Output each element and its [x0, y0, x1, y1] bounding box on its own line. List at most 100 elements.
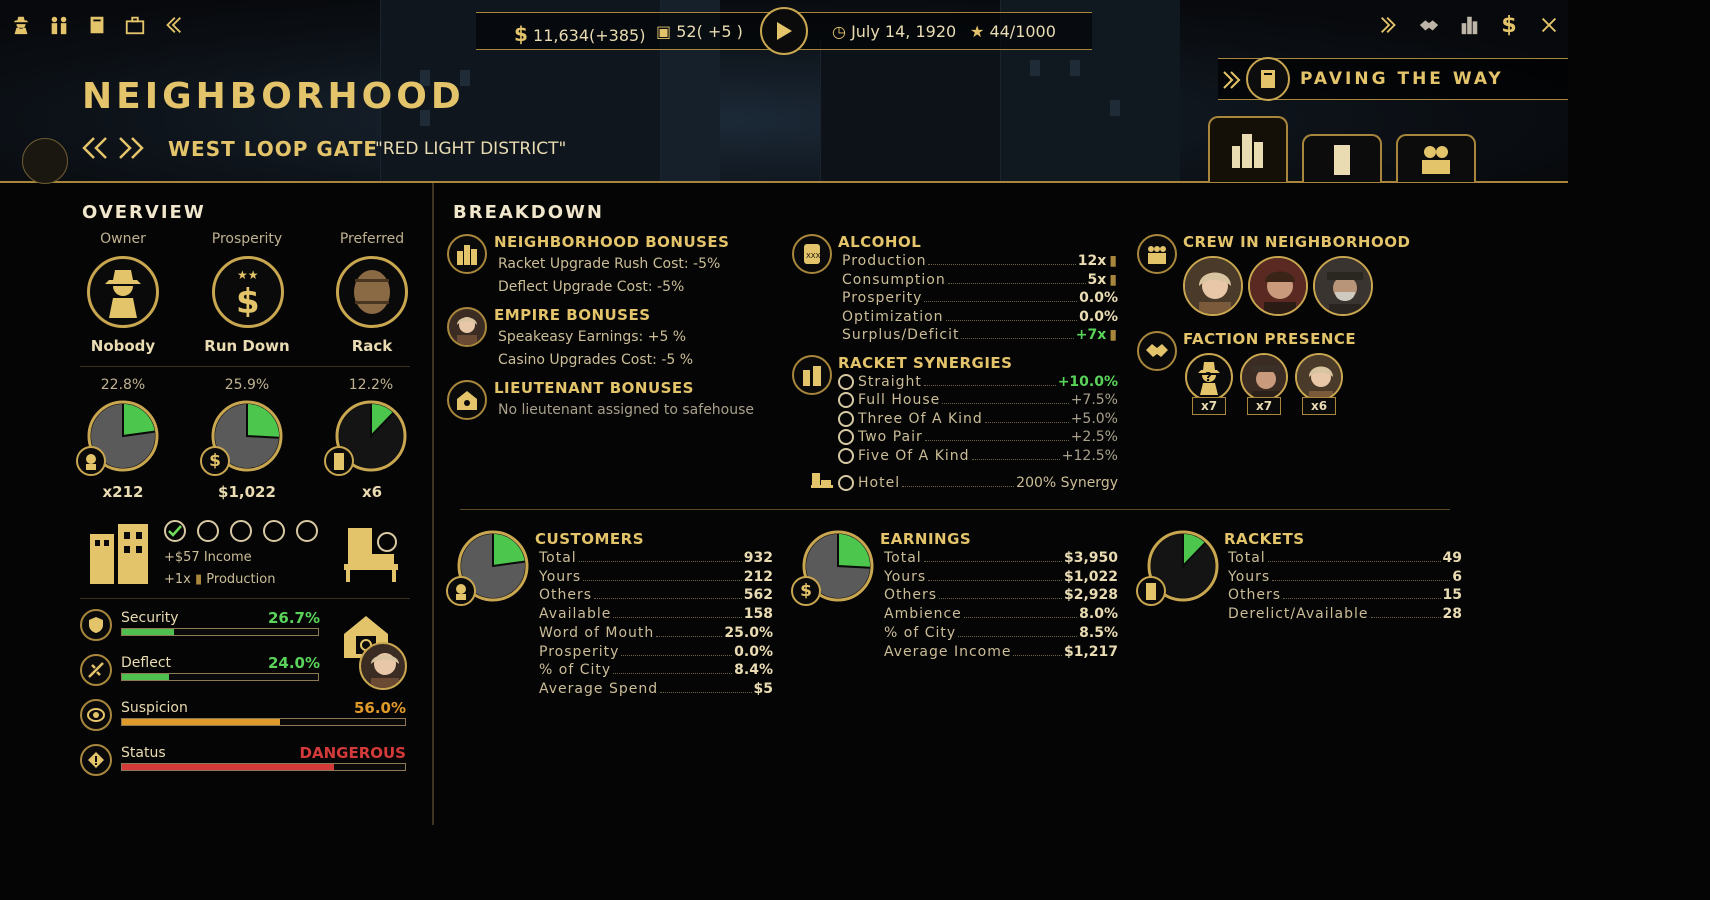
suspicion-eye-icon: [80, 699, 112, 731]
stat-row-value: 8.5%: [1079, 624, 1118, 641]
synergy-row: Full House +7.5%: [838, 392, 1118, 408]
tab-neighborhood[interactable]: [1208, 116, 1288, 182]
pie-yours-slice: [247, 404, 279, 438]
finance-icon[interactable]: $: [1498, 13, 1520, 38]
synergy-label: Five Of A Kind: [858, 448, 970, 464]
stat-row: Yours 212: [539, 569, 773, 585]
racket-synergies-title: RACKET SYNERGIES: [838, 354, 1013, 372]
suspicion-bar: [121, 718, 406, 726]
synergy-row: Two Pair +2.5%: [838, 429, 1118, 445]
building-icon: [1334, 145, 1350, 175]
alcohol-row: Consumption 5x ▮: [842, 272, 1118, 288]
stat-row: % of City 8.5%: [884, 625, 1118, 641]
alcohol-row-label: Surplus/Deficit: [842, 327, 960, 343]
faction-boss-portrait[interactable]: [1295, 353, 1343, 401]
collapse-left-icon[interactable]: [162, 14, 184, 36]
crew-icon[interactable]: [48, 14, 70, 36]
alcohol-row: Prosperity 0.0%: [842, 290, 1118, 306]
neighborhood-bonuses-title: NEIGHBORHOOD BONUSES: [494, 233, 730, 251]
objective-banner[interactable]: PAVING THE WAY: [1218, 57, 1568, 101]
stat-row: Yours $1,022: [884, 569, 1118, 585]
owner-label: Owner: [100, 231, 146, 247]
upgrade-production-amount: +1x: [164, 572, 191, 587]
empire-bonus-line: Casino Upgrades Cost: -5 %: [498, 352, 694, 368]
stat-row-label: Average Income: [884, 643, 1012, 660]
stat-row-value: 25.0%: [724, 624, 773, 641]
synergy-label: Two Pair: [858, 429, 923, 445]
tab-people[interactable]: [1396, 134, 1476, 182]
stat-row: Ambience 8.0%: [884, 606, 1118, 622]
status-bar-fill: [122, 764, 335, 770]
empire-bonuses-title: EMPIRE BONUSES: [494, 306, 651, 324]
play-button[interactable]: [760, 7, 808, 55]
stat-row: Average Income $1,217: [884, 644, 1118, 660]
earnings-amount: $1,022: [218, 483, 276, 501]
crew-member-portrait[interactable]: [1313, 256, 1373, 316]
date-readout: ◷ July 14, 1920: [832, 22, 956, 41]
empire-bonus-line: Speakeasy Earnings: +5 %: [498, 329, 687, 345]
right-menu-bar: $: [1378, 13, 1560, 38]
empire-boss-portrait: [447, 307, 487, 347]
owner-value: Nobody: [90, 337, 156, 355]
crew-member-portrait[interactable]: [1183, 256, 1243, 316]
upgrade-level-5: [296, 520, 318, 542]
view-tabs: [1208, 116, 1476, 182]
neighborhood-nav: [82, 136, 144, 160]
synergy-row: Five Of A Kind +12.5%: [838, 448, 1118, 464]
lieutenant-portrait[interactable]: [359, 642, 407, 690]
synergy-label: Full House: [858, 392, 941, 408]
faction-handshake-icon: [1137, 331, 1177, 371]
racket-synergy-icon: [792, 355, 832, 395]
ledger-icon[interactable]: [86, 14, 108, 36]
hotel-synergy-row: Hotel 200% Synergy: [838, 475, 1118, 491]
synergy-status-circle: [838, 448, 854, 464]
synergy-row: Three Of A Kind +5.0%: [838, 411, 1118, 427]
crew-member-portrait[interactable]: [1248, 256, 1308, 316]
left-menu-bar: [0, 14, 184, 36]
faction-boss-portrait[interactable]: [1240, 353, 1288, 401]
barrel-icon: ▣: [656, 22, 672, 41]
neighborhood-bonus-line: Racket Upgrade Rush Cost: -5%: [498, 256, 721, 272]
tab-buildings[interactable]: [1302, 134, 1382, 182]
synergy-status-circle: [838, 411, 854, 427]
briefcase-icon[interactable]: [124, 14, 146, 36]
city-icon[interactable]: [1458, 14, 1480, 36]
barrel-small-icon: ▮: [1109, 272, 1118, 288]
customers-title: CUSTOMERS: [535, 530, 645, 548]
security-value: 26.7%: [267, 609, 320, 627]
unknown-faction-portrait[interactable]: ?: [1185, 353, 1233, 401]
handshake-icon[interactable]: [1418, 14, 1440, 36]
stat-row-label: Yours: [884, 568, 927, 585]
suspicion-bar-fill: [122, 719, 281, 725]
lieutenant-bonuses-title: LIEUTENANT BONUSES: [494, 379, 694, 397]
deflect-bar-fill: [122, 674, 170, 680]
security-shield-icon: [80, 609, 112, 641]
faction-count-badge: x7: [1192, 397, 1226, 415]
preferred-medal: [336, 256, 408, 328]
barrel-small-icon: ▮: [1109, 327, 1118, 343]
next-arrow-icon[interactable]: [118, 136, 144, 160]
stat-row: Total 932: [539, 550, 773, 566]
alcohol-row-label: Consumption: [842, 272, 946, 288]
stat-row-value: 28: [1442, 606, 1462, 623]
status-label: Status: [121, 745, 166, 761]
previous-arrow-icon[interactable]: [82, 136, 108, 160]
alcohol-row-label: Optimization: [842, 309, 944, 325]
synergy-label: Straight: [858, 374, 922, 390]
neighborhood-name: WEST LOOP GATE: [168, 137, 379, 161]
reputation-value: 44/1000: [989, 22, 1056, 41]
chevron-right-icon: [1223, 71, 1241, 89]
customers-count: x212: [102, 483, 144, 501]
earnings-badge-icon: $: [200, 446, 230, 476]
stat-row-label: Derelict/Available: [1228, 606, 1369, 623]
stat-row: Prosperity 0.0%: [539, 644, 773, 660]
stat-row-label: Total: [539, 550, 577, 566]
svg-text:$: $: [236, 282, 260, 317]
upgrade-production: +1x ▮ Production: [164, 572, 275, 587]
prosperity-label: Prosperity: [211, 231, 283, 247]
close-icon[interactable]: [1538, 14, 1560, 36]
suspicion-label: Suspicion: [121, 700, 188, 716]
faction-count-badge: x7: [1247, 397, 1281, 415]
boss-icon[interactable]: [10, 14, 32, 36]
expand-right-icon[interactable]: [1378, 14, 1400, 36]
